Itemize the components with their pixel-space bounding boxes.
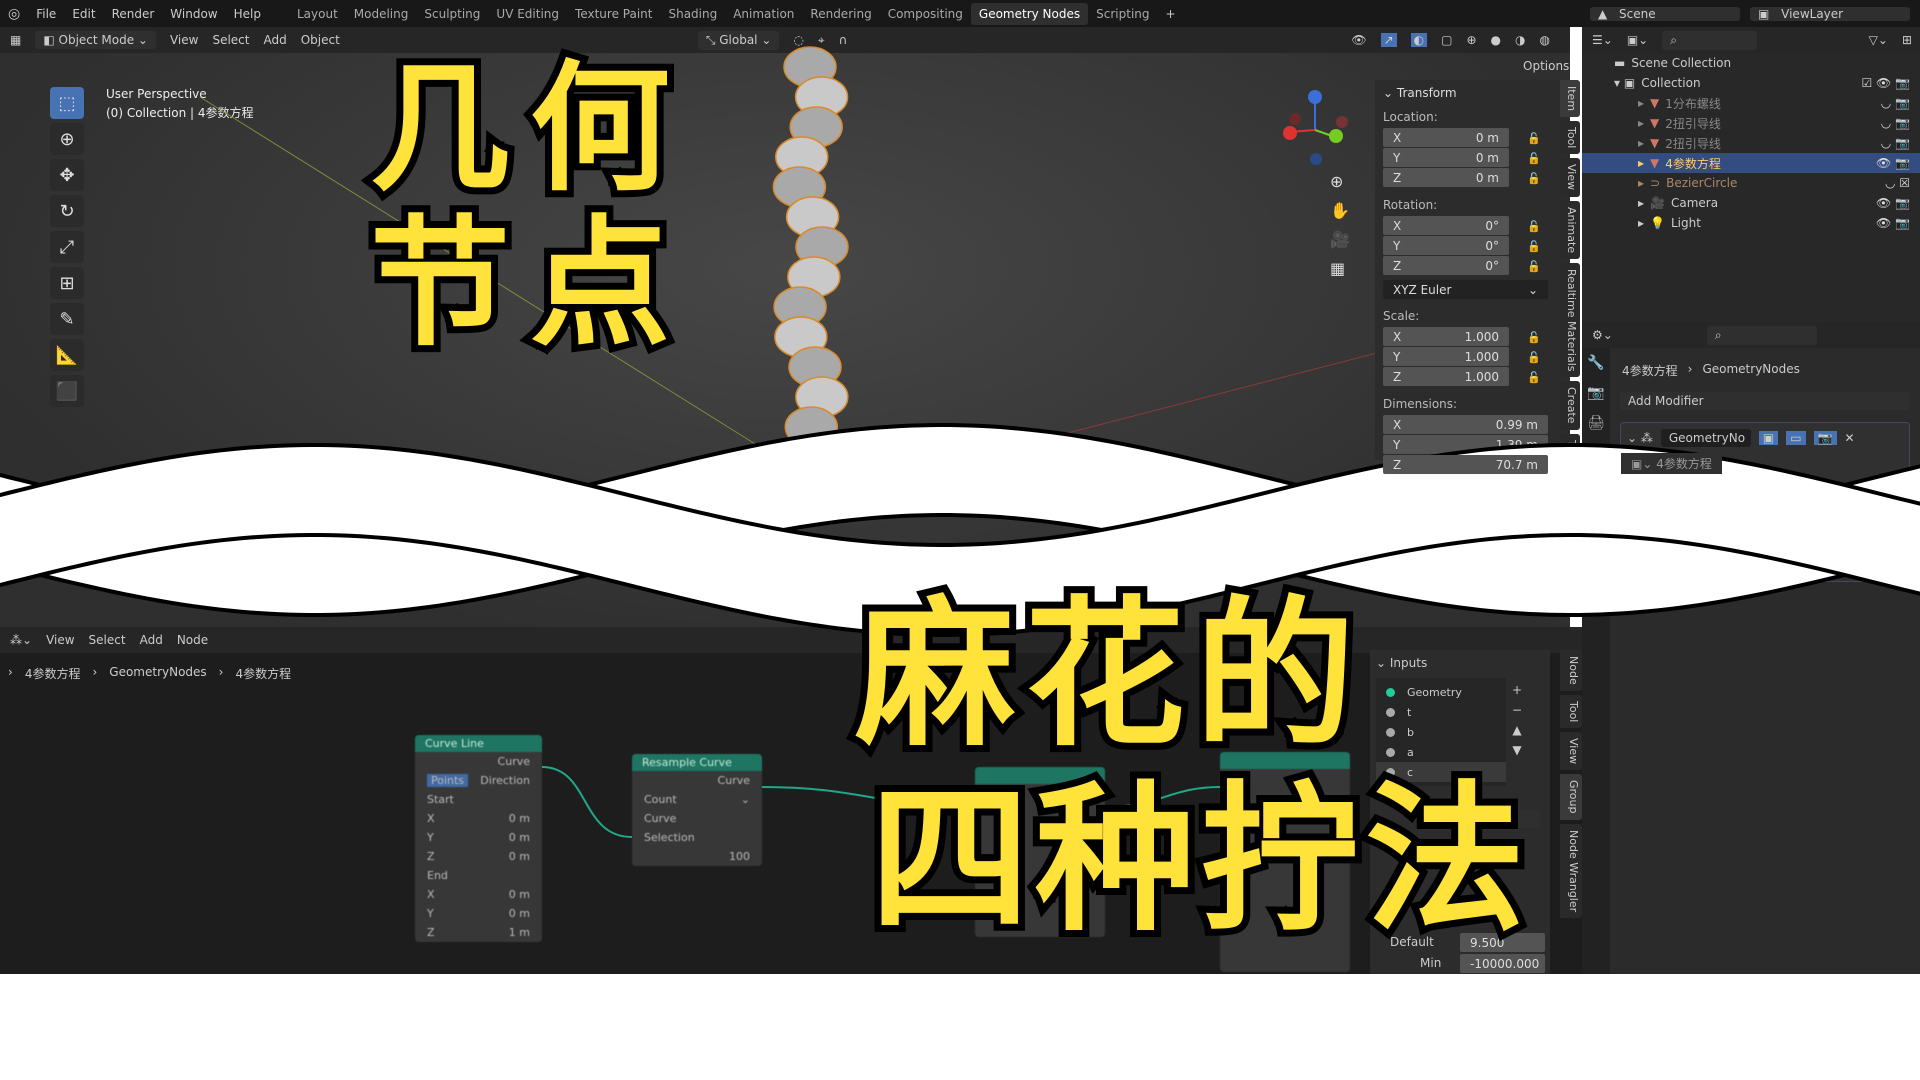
overlay-subtitle-line1: 麻花的 [848, 581, 1366, 768]
node-group-selector[interactable]: ▣⌄ 4参数方程 [1621, 453, 1722, 474]
dimension-z[interactable]: Z 70.7 m [1383, 455, 1548, 474]
overlay-title-line2: 节点 [363, 203, 691, 366]
overlay-subtitle-line2: 四种拧法 [863, 766, 1532, 953]
bottom-margin [0, 974, 1920, 1080]
overlay-title-line1: 几何 [363, 48, 691, 211]
